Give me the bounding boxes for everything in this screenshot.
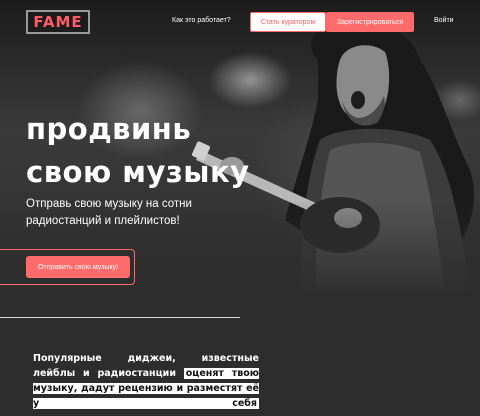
become-curator-label: Стать куратором — [260, 18, 316, 26]
send-music-button[interactable]: Отправить свою музыку! — [26, 256, 130, 278]
register-label: Зарегистрироваться — [336, 18, 404, 26]
section-divider — [0, 317, 240, 318]
nav-how-it-works-link[interactable]: Как это работает? — [172, 17, 231, 24]
login-link[interactable]: Войти — [434, 17, 454, 24]
become-curator-button[interactable]: Стать куратором — [250, 12, 326, 32]
send-music-label: Отправить свою музыку! — [37, 263, 119, 271]
register-button[interactable]: Зарегистрироваться — [326, 12, 414, 32]
features-intro: Популярные диджеи, известные лейблы и ра… — [33, 351, 259, 411]
hero-subtitle: Отправь свою музыку на сотни радиостанци… — [26, 198, 192, 227]
landing-page: FAME Как это работает? Стать куратором З… — [0, 0, 480, 416]
hero-headline-line1: продвинь — [26, 112, 192, 146]
logo-text: FAME — [33, 13, 83, 31]
hero-headline-line2: свою музыку — [26, 155, 250, 189]
fame-logo[interactable]: FAME — [26, 10, 90, 34]
